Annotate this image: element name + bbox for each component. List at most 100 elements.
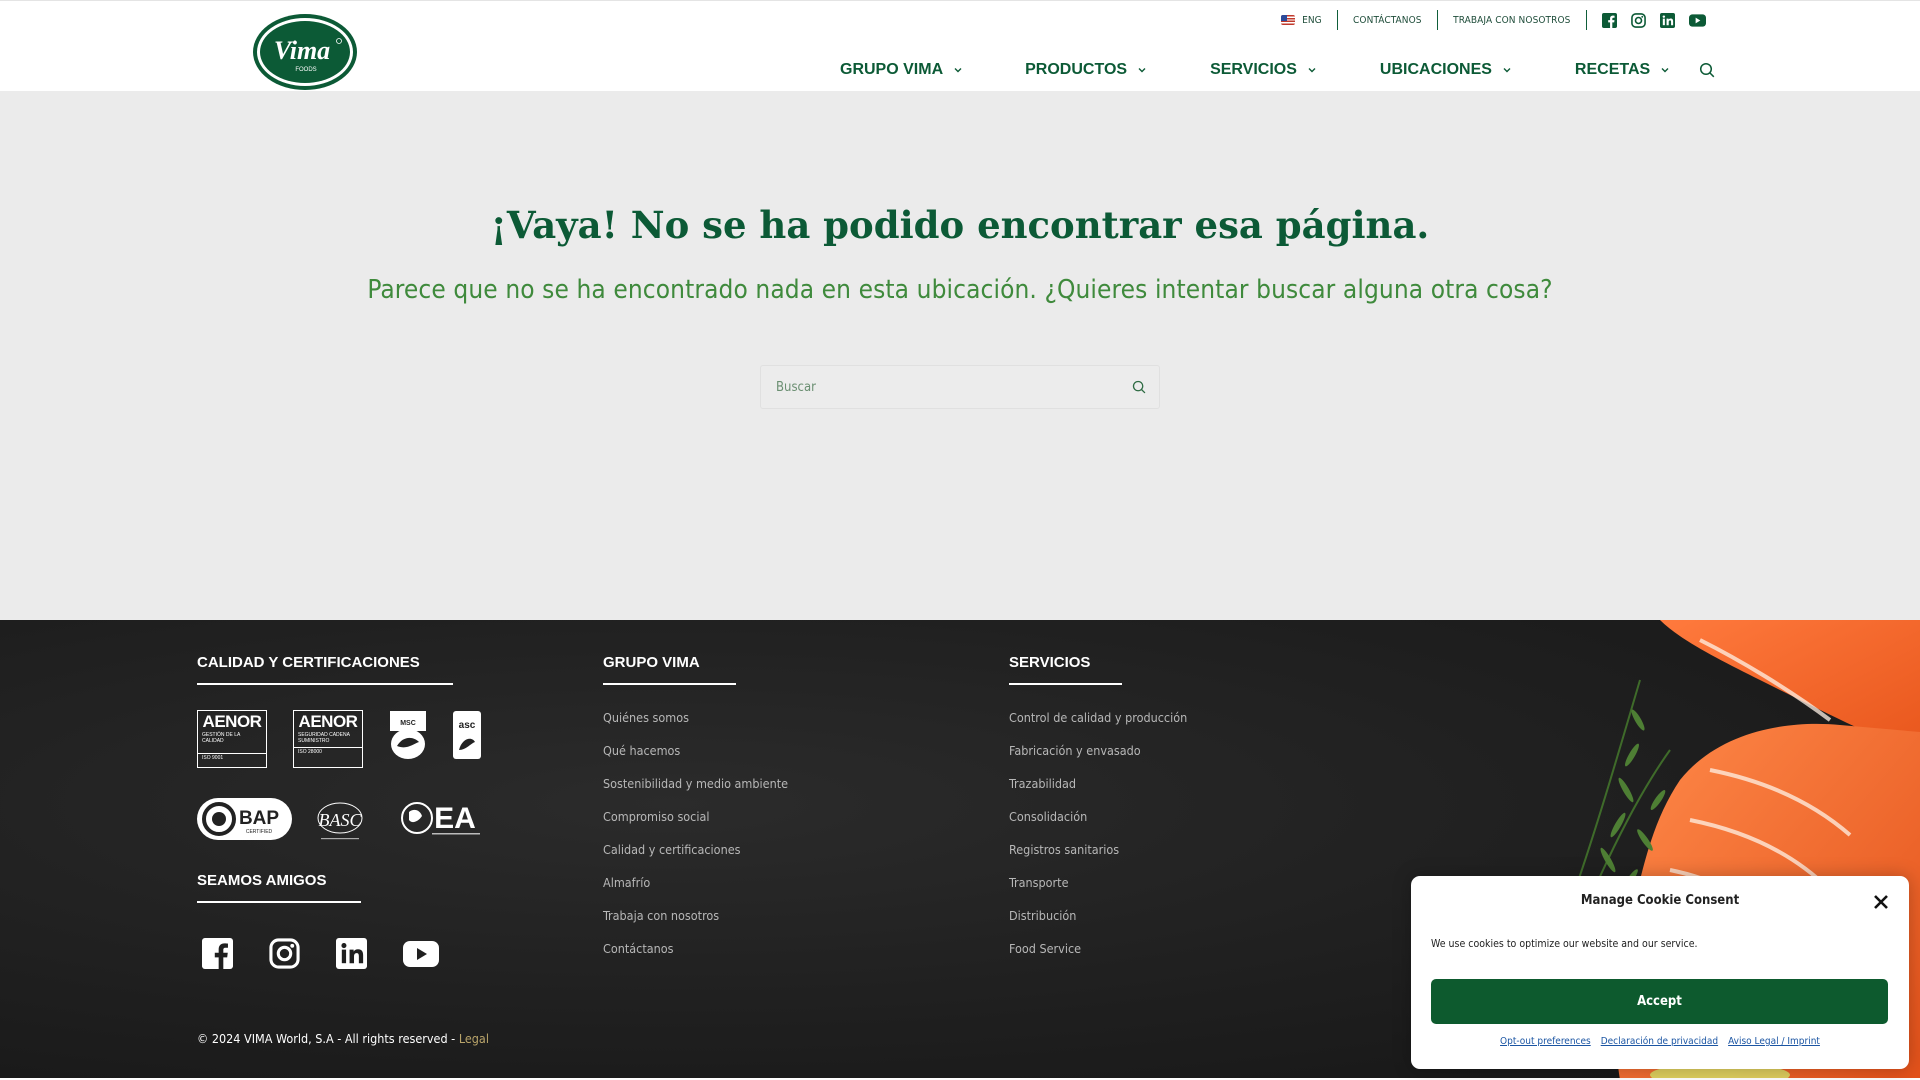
cookie-text: We use cookies to optimize our website a… — [1431, 938, 1698, 950]
friends-heading: SEAMOS AMIGOS — [197, 872, 327, 889]
footer-link[interactable]: Distribución — [1009, 909, 1187, 942]
nav-grupo-vima[interactable]: GRUPO VIMA — [840, 61, 962, 79]
social-links-footer — [202, 938, 439, 969]
language-switcher[interactable]: ENG — [1281, 14, 1322, 26]
language-label: ENG — [1302, 14, 1322, 26]
bap-sub: CERTIFIED — [246, 829, 273, 835]
nav-servicios[interactable]: SERVICIOS — [1210, 61, 1316, 79]
cookie-links: Opt-out preferences Declaración de priva… — [1411, 1036, 1909, 1047]
instagram-icon[interactable] — [1631, 12, 1646, 28]
nav-recetas[interactable]: RECETAS — [1575, 61, 1669, 79]
ea-text: EA — [434, 802, 476, 835]
footer-link[interactable]: Fabricación y envasado — [1009, 744, 1187, 777]
footer-link[interactable]: Almafrío — [603, 876, 788, 909]
contact-link[interactable]: CONTÁCTANOS — [1353, 15, 1422, 26]
msc-text: MSC — [400, 720, 416, 727]
nav-label: PRODUCTOS — [1025, 61, 1128, 78]
cert-subtitle: SEGURIDAD CADENA SUMINISTRO — [298, 732, 350, 744]
vima-logo[interactable]: Vima FOODS — [252, 13, 358, 91]
group-column: GRUPO VIMA Quiénes somos Qué hacemos Sos… — [603, 654, 788, 975]
logo-text: Vima — [274, 36, 330, 65]
footer-link[interactable]: Consolidación — [1009, 810, 1187, 843]
facebook-icon[interactable] — [1602, 12, 1617, 28]
opt-out-link[interactable]: Opt-out preferences — [1500, 1036, 1591, 1047]
footer-link[interactable]: Quiénes somos — [603, 711, 788, 744]
topbar-divider — [1436, 10, 1439, 30]
instagram-icon[interactable] — [269, 938, 300, 969]
nav-ubicaciones[interactable]: UBICACIONES — [1380, 61, 1511, 79]
facebook-icon[interactable] — [202, 938, 233, 969]
accept-button[interactable]: Accept — [1431, 979, 1888, 1024]
search-icon[interactable] — [1132, 380, 1146, 394]
heading-underline — [1009, 683, 1122, 685]
footer-link[interactable]: Contáctanos — [603, 942, 788, 975]
chevron-down-icon — [1138, 68, 1146, 73]
search-form — [760, 365, 1160, 409]
youtube-icon[interactable] — [403, 940, 439, 967]
group-heading: GRUPO VIMA — [603, 654, 700, 671]
cert-subtitle: GESTIÓN DE LA CALIDAD — [202, 732, 241, 744]
services-heading: SERVICIOS — [1009, 654, 1091, 671]
group-links: Quiénes somos Qué hacemos Sostenibilidad… — [603, 711, 788, 975]
cert-code: ISO 28000 — [294, 747, 362, 756]
cookie-title: Manage Cookie Consent — [1580, 893, 1740, 908]
footer-link[interactable]: Control de calidad y producción — [1009, 711, 1187, 744]
linkedin-icon[interactable] — [336, 938, 367, 969]
basc-logo: BASC — [317, 802, 363, 840]
chevron-down-icon — [954, 68, 962, 73]
basc-text: BASC — [319, 810, 363, 830]
copyright-text: © 2024 VIMA World, S.A - All rights rese… — [197, 1031, 456, 1046]
friends-section: SEAMOS AMIGOS — [197, 872, 361, 903]
footer-link[interactable]: Calidad y certificaciones — [603, 843, 788, 876]
footer-link[interactable]: Registros sanitarios — [1009, 843, 1187, 876]
bap-logo: BAP CERTIFIED — [197, 798, 292, 840]
topbar-divider — [1336, 10, 1339, 30]
aenor-iso28000-logo: AENOR SEGURIDAD CADENA SUMINISTRO ISO 28… — [293, 710, 363, 768]
privacy-link[interactable]: Declaración de privacidad — [1601, 1036, 1718, 1047]
footer-link[interactable]: Food Service — [1009, 942, 1187, 975]
nav-label: SERVICIOS — [1210, 61, 1297, 78]
search-icon[interactable] — [1699, 62, 1715, 78]
cert-code: ISO 9001 — [198, 753, 266, 762]
heading-underline — [603, 683, 736, 685]
page-title: ¡Vaya! No se ha podido encontrar esa pág… — [490, 203, 1430, 247]
chevron-down-icon — [1308, 68, 1316, 73]
aenor-iso9001-logo: AENOR GESTIÓN DE LA CALIDAD ISO 9001 — [197, 710, 267, 768]
main-nav: GRUPO VIMA PRODUCTOS SERVICIOS UBICACION… — [840, 61, 1715, 79]
nav-label: RECETAS — [1574, 61, 1651, 78]
footer-link[interactable]: Qué hacemos — [603, 744, 788, 777]
footer-link[interactable]: Sostenibilidad y medio ambiente — [603, 777, 788, 810]
logo-subtext: FOODS — [295, 67, 316, 73]
footer-link[interactable]: Compromiso social — [603, 810, 788, 843]
linkedin-icon[interactable] — [1660, 12, 1675, 28]
top-bar: ENG CONTÁCTANOS TRABAJA CON NOSOTROS — [1281, 9, 1706, 31]
heading-underline — [197, 683, 453, 685]
close-icon[interactable] — [1873, 894, 1889, 910]
social-links-top — [1602, 12, 1706, 28]
bap-text: BAP — [239, 808, 279, 829]
footer-link[interactable]: Transporte — [1009, 876, 1187, 909]
nav-label: UBICACIONES — [1379, 61, 1492, 78]
certifications-column: CALIDAD Y CERTIFICACIONES — [197, 654, 453, 685]
heading-underline — [197, 901, 361, 903]
ea-logo: EA — [401, 802, 480, 835]
footer-link[interactable]: Trabaja con nosotros — [603, 909, 788, 942]
legal-notice-link[interactable]: Aviso Legal / Imprint — [1728, 1036, 1820, 1047]
page-subtitle: Parece que no se ha encontrado nada en e… — [367, 275, 1553, 305]
youtube-icon[interactable] — [1689, 13, 1706, 27]
cookie-consent-dialog: Manage Cookie Consent We use cookies to … — [1411, 876, 1909, 1069]
search-input[interactable] — [776, 367, 1116, 407]
nav-productos[interactable]: PRODUCTOS — [1025, 61, 1146, 79]
work-with-us-link[interactable]: TRABAJA CON NOSOTROS — [1453, 15, 1570, 26]
nav-label: GRUPO VIMA — [840, 61, 944, 78]
us-flag-icon — [1281, 15, 1296, 25]
site-header: Vima FOODS ENG CONTÁCTANOS TRABAJA CON N… — [0, 0, 1920, 91]
topbar-divider — [1585, 10, 1587, 30]
not-found-section: ¡Vaya! No se ha podido encontrar esa pág… — [0, 91, 1920, 620]
legal-link[interactable]: Legal — [459, 1031, 489, 1046]
footer-link[interactable]: Trazabilidad — [1009, 777, 1187, 810]
chevron-down-icon — [1503, 68, 1511, 73]
services-links: Control de calidad y producción Fabricac… — [1009, 711, 1187, 975]
certifications-heading: CALIDAD Y CERTIFICACIONES — [197, 654, 420, 671]
asc-text: asc — [459, 720, 476, 731]
